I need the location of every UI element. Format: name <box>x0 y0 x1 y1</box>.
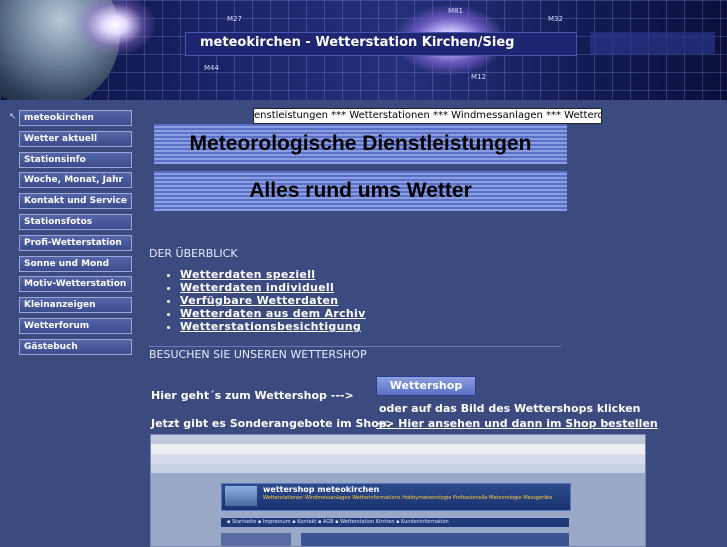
banner-box <box>590 32 715 54</box>
cursor-icon: ↖ <box>9 112 17 122</box>
nav-item-kontakt-service[interactable]: Kontakt und Service <box>19 193 132 210</box>
label-m32: M32 <box>548 15 563 23</box>
link-wetterstationsbesichtigung[interactable]: Wetterstationsbesichtigung <box>180 320 361 333</box>
nav-item-wetterforum[interactable]: Wetterforum <box>19 317 132 334</box>
shop-subtitle: Wetterstationen Windmessanlagen Wetterin… <box>263 495 553 501</box>
label-m27: M27 <box>227 15 242 23</box>
list-item: Wetterdaten individuell <box>180 281 366 294</box>
shop-or-text: oder auf das Bild des Wettershops klicke… <box>379 402 641 415</box>
header-banner: meteokirchen - Wetterstation Kirchen/Sie… <box>0 0 727 100</box>
nav-item-woche-monat-jahr[interactable]: Woche, Monat, Jahr <box>19 172 132 189</box>
overview-list: Wetterdaten speziell Wetterdaten individ… <box>164 268 366 333</box>
shop-nav: ▪ Startseite ▪ Impressum ▪ Kontakt ▪ AGB… <box>221 518 569 527</box>
list-item: Wetterstationsbesichtigung <box>180 320 366 333</box>
nav-item-kleinanzeigen[interactable]: Kleinanzeigen <box>19 297 132 314</box>
header-services: Meteorologische Dienstleistungen <box>154 124 567 164</box>
link-wetterdaten-archiv[interactable]: Wetterdaten aus dem Archiv <box>180 307 366 320</box>
wettershop-screenshot[interactable]: wettershop meteokirchen Wetterstationen … <box>150 434 646 547</box>
link-wetterdaten-individuell[interactable]: Wetterdaten individuell <box>180 281 334 294</box>
offer-text: Jetzt gibt es Sonderangebote im Shop. <box>151 417 391 430</box>
nav-item-wetter-aktuell[interactable]: Wetter aktuell <box>19 130 132 147</box>
list-item: Verfügbare Wetterdaten <box>180 294 366 307</box>
overview-heading: DER ÜBERBLICK <box>149 247 238 260</box>
browser-menubar <box>151 444 645 454</box>
shop-logo <box>225 486 257 506</box>
browser-titlebar <box>151 435 645 444</box>
nav-item-sonne-mond[interactable]: Sonne und Mond <box>19 255 132 272</box>
list-item: Wetterdaten speziell <box>180 268 366 281</box>
shop-heading: BESUCHEN SIE UNSEREN WETTERSHOP <box>149 348 367 361</box>
offer-link[interactable]: --> Hier ansehen und dann im Shop bestel… <box>376 417 658 430</box>
link-wetterdaten-speziell[interactable]: Wetterdaten speziell <box>180 268 315 281</box>
shop-title: wettershop meteokirchen <box>263 485 380 494</box>
site-title: meteokirchen - Wetterstation Kirchen/Sie… <box>200 35 515 50</box>
shop-here-text: Hier geht´s zum Wettershop ---> <box>151 389 354 402</box>
sidebar-nav: meteokirchen Wetter aktuell Stationsinfo… <box>19 110 132 360</box>
divider <box>149 346 561 347</box>
header-weather: Alles rund ums Wetter <box>154 171 567 211</box>
label-m12: M12 <box>471 73 486 81</box>
nav-item-profi-wetterstation[interactable]: Profi-Wetterstation <box>19 234 132 251</box>
browser-tabbar <box>151 464 645 473</box>
label-m81: M81 <box>448 7 463 15</box>
nav-item-gaestebuch[interactable]: Gästebuch <box>19 338 132 355</box>
nav-item-stationsfotos[interactable]: Stationsfotos <box>19 213 132 230</box>
nav-item-stationsinfo[interactable]: Stationsinfo <box>19 151 132 168</box>
browser-toolbar <box>151 454 645 464</box>
nav-item-meteokirchen[interactable]: meteokirchen <box>19 110 132 126</box>
shop-content <box>301 533 569 546</box>
nav-item-motiv-wetterstation[interactable]: Motiv-Wetterstation <box>19 276 132 293</box>
link-verfuegbare-wetterdaten[interactable]: Verfügbare Wetterdaten <box>180 294 338 307</box>
label-m44: M44 <box>204 64 219 72</box>
news-ticker: enstleistungen *** Wetterstationen *** W… <box>253 108 602 124</box>
wettershop-button[interactable]: Wettershop <box>376 376 476 396</box>
shop-sidebar <box>221 533 291 546</box>
list-item: Wetterdaten aus dem Archiv <box>180 307 366 320</box>
